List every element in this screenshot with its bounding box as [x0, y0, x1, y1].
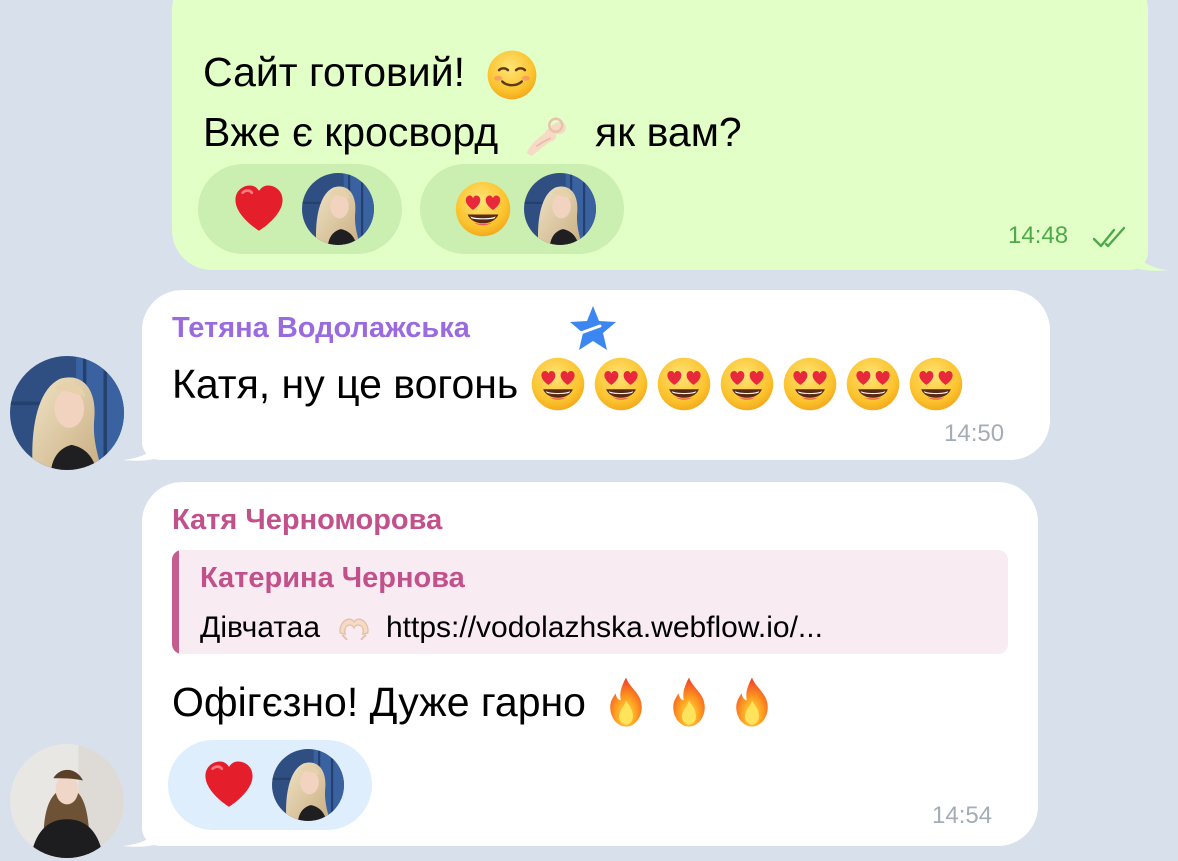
incoming-bubble-tail — [122, 428, 166, 461]
emoji-row — [530, 356, 971, 412]
message-time: 14:48 — [1008, 222, 1069, 249]
read-double-check-icon — [1092, 226, 1126, 248]
red-heart-icon — [200, 756, 258, 814]
outgoing-line2-start: Вже є кросворд — [203, 109, 499, 155]
heart-eyes-icon — [656, 356, 712, 412]
reply-quote[interactable]: Катерина Чернова Дівчатаа https://vodola… — [172, 550, 1008, 654]
heart-eyes-icon — [454, 180, 512, 238]
star-icon[interactable] — [568, 304, 618, 352]
heart-eyes-icon — [719, 356, 775, 412]
heart-eyes-icon — [782, 356, 838, 412]
reply-bar — [172, 550, 179, 654]
avatar[interactable] — [10, 356, 124, 470]
outgoing-message-text: Сайт готовий! Вже є кросворд як вам? — [203, 42, 742, 162]
message-text: Офігєзно! Дуже гарно — [172, 670, 787, 734]
incoming-bubble-tail — [122, 814, 166, 847]
heart-eyes-icon — [908, 356, 964, 412]
red-heart-icon — [230, 180, 288, 238]
heart-eyes-icon — [845, 356, 901, 412]
smiling-face-icon — [486, 49, 538, 101]
outgoing-bubble-tail — [1128, 238, 1168, 271]
fire-icon — [661, 674, 717, 730]
message-text: Катя, ну це вогонь — [172, 352, 971, 416]
reply-link: https://vodolazhska.webflow.io/... — [386, 611, 823, 644]
message-text-content: Катя, ну це вогонь — [172, 360, 519, 407]
fire-icon — [598, 674, 654, 730]
fire-icon — [724, 674, 780, 730]
reaction-heart-eyes[interactable] — [420, 164, 624, 254]
heart-eyes-icon — [530, 356, 586, 412]
reply-text-start: Дівчатаа — [200, 611, 320, 644]
outgoing-line1: Сайт готовий! — [203, 49, 465, 95]
reaction-user-avatar — [302, 173, 374, 245]
avatar[interactable] — [10, 744, 124, 858]
message-time: 14:54 — [932, 802, 993, 829]
heart-hands-icon — [334, 608, 374, 648]
message-text-content: Офігєзно! Дуже гарно — [172, 678, 586, 725]
sender-name[interactable]: Тетяна Водолажська — [172, 312, 470, 345]
reaction-user-avatar — [524, 173, 596, 245]
reaction-heart[interactable] — [198, 164, 402, 254]
heart-eyes-icon — [593, 356, 649, 412]
reply-text: Дівчатаа https://vodolazhska.webflow.io/… — [200, 608, 823, 648]
sender-name[interactable]: Катя Черноморова — [172, 504, 442, 537]
message-time: 14:50 — [944, 420, 1005, 447]
outgoing-line2-end: як вам? — [595, 109, 742, 155]
reaction-user-avatar — [272, 749, 344, 821]
reply-sender-name: Катерина Чернова — [200, 562, 465, 594]
ok-hand-icon — [520, 109, 572, 161]
emoji-row — [598, 674, 787, 730]
reaction-heart[interactable] — [168, 740, 372, 830]
